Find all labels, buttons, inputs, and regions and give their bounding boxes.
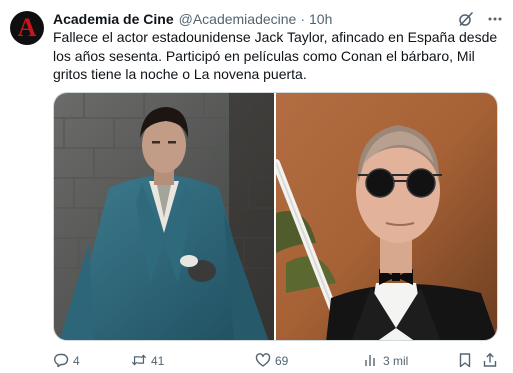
heart-icon <box>255 352 271 371</box>
grok-slash-icon[interactable] <box>458 11 474 27</box>
bookmark-button[interactable] <box>457 352 473 370</box>
retweet-button[interactable]: 41 <box>131 352 164 370</box>
retweet-icon <box>131 352 147 371</box>
user-handle[interactable]: @Academiadecine <box>179 11 297 27</box>
header-separator: · <box>300 11 306 27</box>
photo-left[interactable] <box>54 93 274 340</box>
views-chart-icon <box>363 352 379 371</box>
like-count: 69 <box>275 354 289 368</box>
bookmark-icon <box>457 352 473 371</box>
tweet-text: Fallece el actor estadounidense Jack Tay… <box>53 29 498 82</box>
retweet-count: 41 <box>151 354 165 368</box>
action-bar: 4 41 69 3 mil <box>53 352 498 370</box>
like-button[interactable]: 69 <box>255 352 288 370</box>
more-horizontal-icon[interactable] <box>487 11 503 27</box>
avatar[interactable]: A <box>10 11 44 45</box>
photo-left-image <box>54 93 274 340</box>
share-icon <box>482 352 498 371</box>
share-button[interactable] <box>482 352 498 370</box>
views-button[interactable]: 3 mil <box>363 352 408 370</box>
tweet-header: Academia de Cine @Academiadecine · 10h <box>53 10 332 28</box>
reply-count: 4 <box>73 354 80 368</box>
media-grid[interactable] <box>53 92 498 341</box>
reply-icon <box>53 352 69 371</box>
views-count: 3 mil <box>383 354 409 368</box>
photo-right[interactable] <box>276 93 497 340</box>
reply-button[interactable]: 4 <box>53 352 80 370</box>
display-name[interactable]: Academia de Cine <box>53 11 174 27</box>
photo-right-image <box>276 93 497 340</box>
avatar-logo-letter: A <box>17 13 37 42</box>
timestamp[interactable]: 10h <box>309 11 332 27</box>
